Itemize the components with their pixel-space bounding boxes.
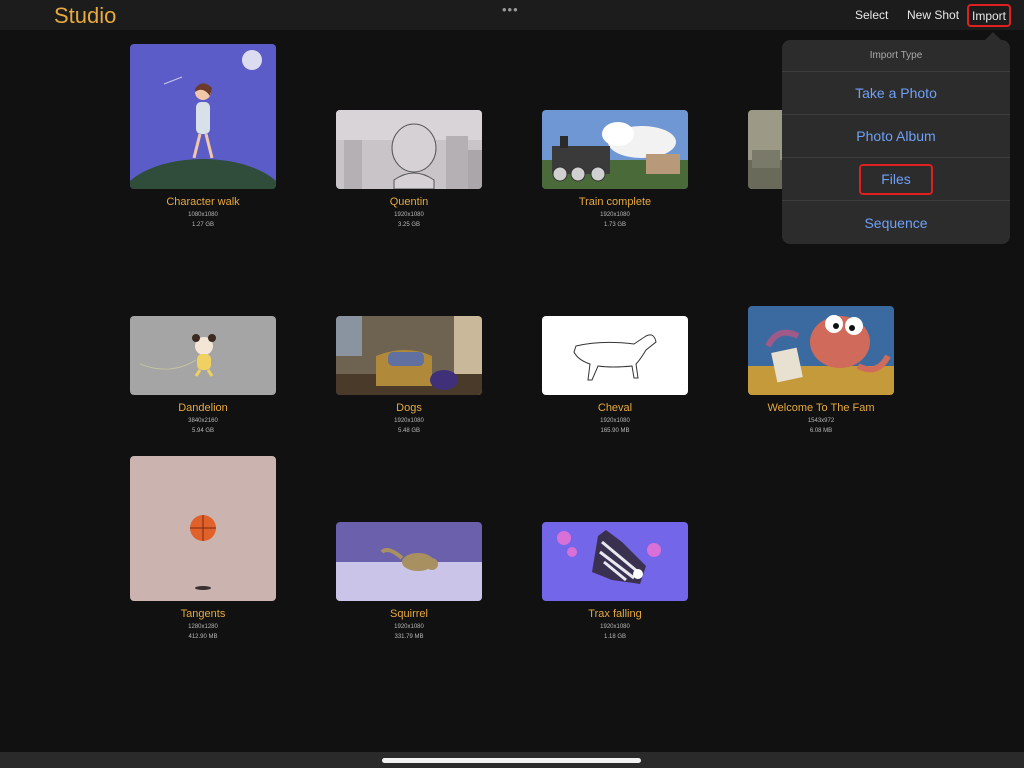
project-name: Train complete xyxy=(578,196,652,208)
project-resolution: 1920x1080 xyxy=(600,624,630,630)
project-resolution: 1920x1080 xyxy=(394,418,424,424)
project-card[interactable]: Cheval 1920x1080 165.90 MB xyxy=(542,250,688,450)
project-card[interactable]: Trax falling 1920x1080 1.18 GB xyxy=(542,456,688,656)
project-name: Cheval xyxy=(597,402,633,414)
project-thumbnail xyxy=(748,306,894,395)
project-thumbnail xyxy=(336,316,482,395)
new-shot-button[interactable]: New Shot xyxy=(907,8,959,22)
ellipsis-icon[interactable]: ••• xyxy=(502,2,519,17)
project-name: Dandelion xyxy=(178,402,228,414)
project-card[interactable]: Welcome To The Fam 1543x972 6.08 MB xyxy=(748,250,894,450)
menu-item-sequence[interactable]: Sequence xyxy=(782,201,1010,244)
project-resolution: 1920x1080 xyxy=(600,212,630,218)
project-thumbnail xyxy=(130,316,276,395)
project-resolution: 1920x1080 xyxy=(394,624,424,630)
import-type-menu: Import Type Take a Photo Photo Album Fil… xyxy=(782,40,1010,244)
project-name: Quentin xyxy=(389,196,429,208)
project-size: 3.25 GB xyxy=(397,222,420,228)
files-highlight-box: Files xyxy=(859,163,933,195)
top-bar: Studio ••• Select New Shot Import xyxy=(0,0,1024,30)
import-button[interactable]: Import xyxy=(967,4,1011,27)
project-name: Squirrel xyxy=(390,608,428,620)
app-title: Studio xyxy=(54,3,117,28)
menu-item-files-label: Files xyxy=(881,171,911,187)
project-resolution: 1280x1280 xyxy=(188,624,218,630)
project-resolution: 3840x2160 xyxy=(188,418,218,424)
menu-item-files[interactable]: Files xyxy=(782,158,1010,201)
project-thumbnail xyxy=(542,316,688,395)
project-name: Welcome To The Fam xyxy=(767,402,875,414)
project-thumbnail xyxy=(542,110,688,189)
project-card[interactable]: Dandelion 3840x2160 5.94 GB xyxy=(130,250,276,450)
project-thumbnail xyxy=(336,110,482,189)
project-resolution: 1920x1080 xyxy=(394,212,424,218)
project-thumbnail xyxy=(130,44,276,189)
project-thumbnail xyxy=(336,522,482,601)
project-size: 1.27 GB xyxy=(191,222,214,228)
project-card[interactable]: Squirrel 1920x1080 331.79 MB xyxy=(336,456,482,656)
project-size: 5.94 GB xyxy=(191,428,214,434)
project-resolution: 1080x1080 xyxy=(188,212,218,218)
project-size: 5.48 GB xyxy=(397,428,420,434)
project-thumbnail xyxy=(542,522,688,601)
select-button[interactable]: Select xyxy=(855,8,888,22)
project-resolution: 1543x972 xyxy=(807,418,835,424)
project-size: 1.18 GB xyxy=(603,634,626,640)
project-card[interactable]: Character walk 1080x1080 1.27 GB xyxy=(130,44,276,244)
menu-item-photo-album[interactable]: Photo Album xyxy=(782,115,1010,158)
project-size: 412.90 MB xyxy=(188,634,218,640)
project-size: 1.73 GB xyxy=(603,222,626,228)
home-indicator[interactable] xyxy=(382,758,641,763)
project-card[interactable]: Dogs 1920x1080 5.48 GB xyxy=(336,250,482,450)
project-size: 331.79 MB xyxy=(394,634,424,640)
project-name: Dogs xyxy=(396,402,422,414)
project-card[interactable]: Quentin 1920x1080 3.25 GB xyxy=(336,44,482,244)
project-size: 6.08 MB xyxy=(809,428,833,434)
project-name: Character walk xyxy=(166,196,240,208)
project-card[interactable]: Train complete 1920x1080 1.73 GB xyxy=(542,44,688,244)
menu-item-take-a-photo[interactable]: Take a Photo xyxy=(782,72,1010,115)
menu-header: Import Type xyxy=(782,40,1010,72)
project-name: Tangents xyxy=(180,608,226,620)
project-size: 165.90 MB xyxy=(600,428,630,434)
project-resolution: 1920x1080 xyxy=(600,418,630,424)
project-thumbnail xyxy=(130,456,276,601)
project-card[interactable]: Tangents 1280x1280 412.90 MB xyxy=(130,456,276,656)
import-button-label: Import xyxy=(971,8,1006,23)
project-name: Trax falling xyxy=(588,608,642,620)
